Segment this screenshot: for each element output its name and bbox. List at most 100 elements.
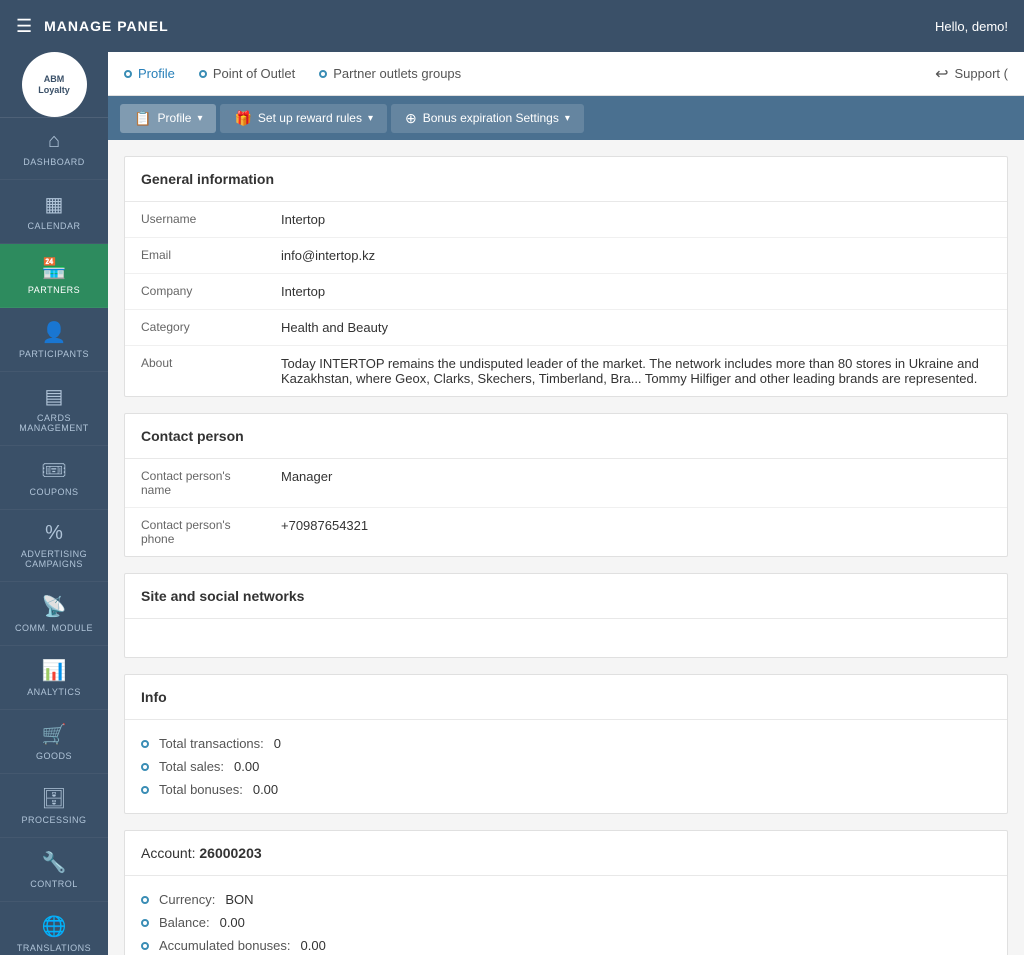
sidebar-item-translations[interactable]: 🌐 TRANSLATIONS [0, 902, 108, 955]
category-label: Category [125, 310, 265, 346]
list-item: Balance: 0.00 [141, 911, 991, 934]
tab-bonus-label: Bonus expiration Settings [423, 111, 559, 125]
list-item: Total bonuses: 0.00 [141, 778, 991, 801]
sidebar-item-coupons[interactable]: 🎟 COUPONS [0, 446, 108, 510]
sidebar-item-goods[interactable]: 🛒 GOODS [0, 710, 108, 774]
about-label: About [125, 346, 265, 397]
secondary-nav: Profile Point of Outlet Partner outlets … [108, 52, 1024, 96]
sidebar-item-advertising[interactable]: % ADVERTISING CAMPAIGNS [0, 510, 108, 582]
logo-area: ABM Loyalty [0, 52, 108, 118]
sidebar-label-coupons: COUPONS [29, 487, 78, 497]
about-value: Today INTERTOP remains the undisputed le… [265, 346, 1007, 397]
contact-person-table: Contact person's name Manager Contact pe… [125, 459, 1007, 556]
logo-text: ABM Loyalty [38, 74, 70, 96]
company-label: Company [125, 274, 265, 310]
contact-name-label: Contact person's name [125, 459, 265, 508]
sidebar-item-participants[interactable]: 👤 PARTICIPANTS [0, 308, 108, 372]
sidebar-item-analytics[interactable]: 📊 ANALYTICS [0, 646, 108, 710]
sidebar-item-dashboard[interactable]: ⌂ DASHBOARD [0, 118, 108, 180]
sidebar-label-translations: TRANSLATIONS [17, 943, 91, 953]
analytics-icon: 📊 [42, 658, 67, 683]
table-row: Email info@intertop.kz [125, 238, 1007, 274]
sidebar-item-partners[interactable]: 🏪 PARTNERS [0, 244, 108, 308]
site-social-empty [125, 619, 1007, 657]
accumulated-bonuses-value: 0.00 [301, 938, 326, 953]
tab-reward-rules[interactable]: 🎁 Set up reward rules ▾ [220, 104, 387, 133]
total-sales-label: Total sales: [159, 759, 224, 774]
username-label: Username [125, 202, 265, 238]
contact-phone-label: Contact person's phone [125, 508, 265, 557]
sidebar-label-dashboard: DASHBOARD [23, 157, 85, 167]
content-area: Profile Point of Outlet Partner outlets … [108, 52, 1024, 955]
total-transactions-label: Total transactions: [159, 736, 264, 751]
top-bar: ☰ MANAGE PANEL Hello, demo! [0, 0, 1024, 52]
tab-reward-label: Set up reward rules [258, 111, 362, 125]
sidebar: ABM Loyalty ⌂ DASHBOARD ▦ CALENDAR 🏪 PAR… [0, 52, 108, 955]
sidebar-item-processing[interactable]: 🗄 PROCESSING [0, 774, 108, 838]
secondary-nav-left: Profile Point of Outlet Partner outlets … [124, 66, 461, 81]
support-label: Support ( [955, 66, 1008, 81]
sidebar-item-control[interactable]: 🔧 CONTROL [0, 838, 108, 902]
contact-name-value: Manager [265, 459, 1007, 508]
bullet-icon [141, 786, 149, 794]
info-card: Info Total transactions: 0 Total sales: … [124, 674, 1008, 814]
table-row: Contact person's phone +70987654321 [125, 508, 1007, 557]
nav-link-profile-label: Profile [138, 66, 175, 81]
bullet-icon [141, 919, 149, 927]
processing-icon: 🗄 [41, 786, 66, 811]
sidebar-label-cards: CARDS MANAGEMENT [4, 413, 104, 433]
sidebar-label-partners: PARTNERS [28, 285, 80, 295]
bullet-icon [141, 763, 149, 771]
account-number: 26000203 [199, 845, 261, 861]
site-social-card: Site and social networks [124, 573, 1008, 658]
nav-link-partner-outlets[interactable]: Partner outlets groups [319, 66, 461, 81]
nav-link-point-of-outlet[interactable]: Point of Outlet [199, 66, 295, 81]
currency-label: Currency: [159, 892, 215, 907]
general-info-header: General information [125, 157, 1007, 202]
account-card: Account: 26000203 Currency: BON Balance: [124, 830, 1008, 955]
nav-link-partner-label: Partner outlets groups [333, 66, 461, 81]
support-icon: ↩ [935, 64, 948, 84]
username-value: Intertop [265, 202, 1007, 238]
sidebar-label-analytics: ANALYTICS [27, 687, 81, 697]
email-value: info@intertop.kz [265, 238, 1007, 274]
contact-person-card: Contact person Contact person's name Man… [124, 413, 1008, 557]
user-greeting: Hello, demo! [935, 19, 1008, 34]
tab-reward-icon: 🎁 [234, 110, 251, 127]
dot-icon-profile [124, 70, 132, 78]
sidebar-label-advertising: ADVERTISING CAMPAIGNS [4, 549, 104, 569]
dot-icon-outlet [199, 70, 207, 78]
balance-label: Balance: [159, 915, 210, 930]
translations-icon: 🌐 [42, 914, 67, 939]
hamburger-menu[interactable]: ☰ [16, 16, 32, 37]
list-item: Total transactions: 0 [141, 732, 991, 755]
chevron-down-icon-bonus: ▾ [565, 113, 570, 124]
email-label: Email [125, 238, 265, 274]
account-list: Currency: BON Balance: 0.00 Accumulated … [125, 876, 1007, 955]
general-info-card: General information Username Intertop Em… [124, 156, 1008, 397]
sidebar-item-cards[interactable]: ▤ CARDS MANAGEMENT [0, 372, 108, 446]
currency-value: BON [225, 892, 253, 907]
table-row: About Today INTERTOP remains the undispu… [125, 346, 1007, 397]
info-header: Info [125, 675, 1007, 720]
nav-link-profile[interactable]: Profile [124, 66, 175, 81]
app-container: ☰ MANAGE PANEL Hello, demo! ABM Loyalty … [0, 0, 1024, 955]
tab-bar: 📋 Profile ▾ 🎁 Set up reward rules ▾ ⊕ Bo… [108, 96, 1024, 140]
sidebar-label-participants: PARTICIPANTS [19, 349, 89, 359]
dot-icon-partner [319, 70, 327, 78]
tab-bonus-expiration[interactable]: ⊕ Bonus expiration Settings ▾ [391, 104, 584, 133]
support-link[interactable]: ↩ Support ( [935, 64, 1008, 84]
advertising-icon: % [45, 522, 63, 545]
total-sales-value: 0.00 [234, 759, 259, 774]
sidebar-item-comm[interactable]: 📡 COMM. MODULE [0, 582, 108, 646]
list-item: Total sales: 0.00 [141, 755, 991, 778]
main-layout: ABM Loyalty ⌂ DASHBOARD ▦ CALENDAR 🏪 PAR… [0, 52, 1024, 955]
table-row: Username Intertop [125, 202, 1007, 238]
chevron-down-icon-profile: ▾ [197, 113, 202, 124]
sidebar-label-goods: GOODS [36, 751, 72, 761]
sidebar-item-calendar[interactable]: ▦ CALENDAR [0, 180, 108, 244]
page-content: General information Username Intertop Em… [108, 140, 1024, 955]
general-info-table: Username Intertop Email info@intertop.kz… [125, 202, 1007, 396]
contact-phone-value: +70987654321 [265, 508, 1007, 557]
tab-profile[interactable]: 📋 Profile ▾ [120, 104, 216, 133]
